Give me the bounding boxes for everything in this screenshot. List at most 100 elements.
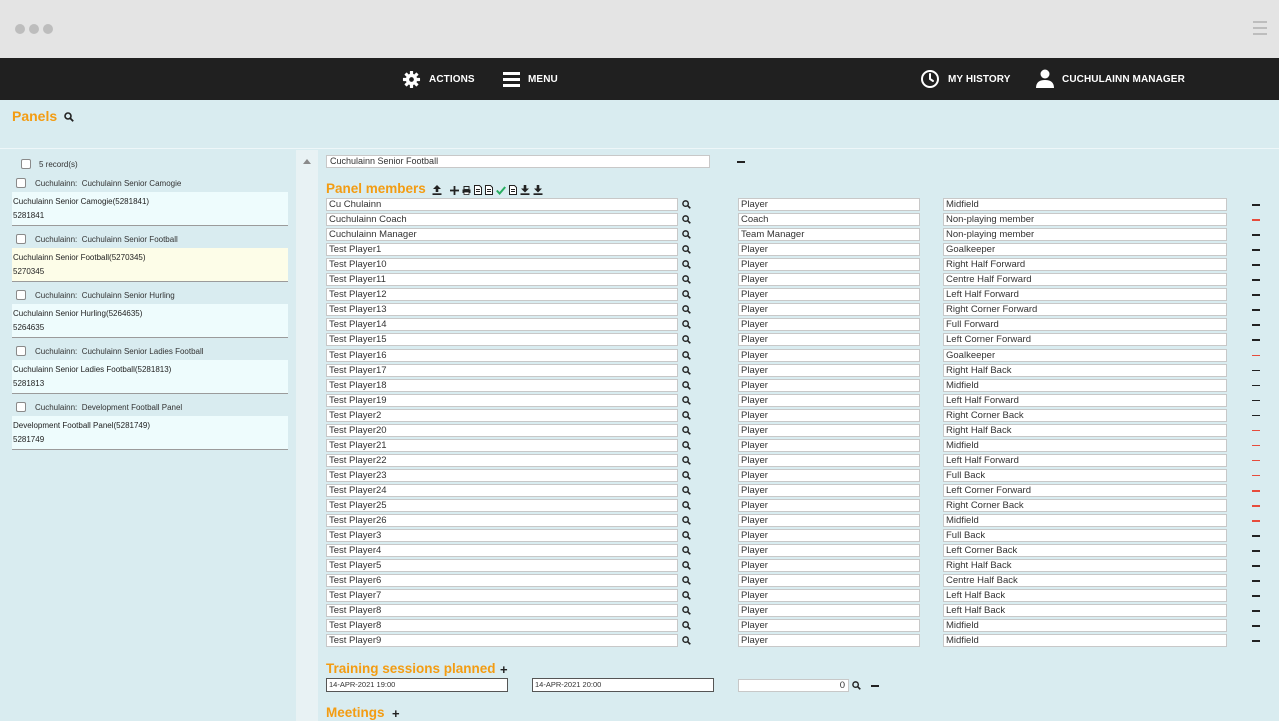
- remove-member-icon[interactable]: [1252, 474, 1260, 477]
- member-role-field[interactable]: Player: [738, 483, 920, 497]
- search-icon[interactable]: [682, 410, 691, 420]
- member-position-field[interactable]: Midfield: [943, 619, 1227, 633]
- member-name-field[interactable]: Test Player23: [326, 468, 678, 482]
- member-role-field[interactable]: Player: [738, 468, 920, 482]
- remove-member-icon[interactable]: [1252, 565, 1260, 567]
- member-role-field[interactable]: Player: [738, 544, 920, 558]
- member-position-field[interactable]: Right Half Back: [943, 423, 1227, 437]
- search-icon[interactable]: [682, 425, 691, 435]
- remove-member-icon[interactable]: [1252, 234, 1260, 236]
- training-start-field[interactable]: 14-APR-2021 19:00: [326, 678, 508, 692]
- document-icon[interactable]: [509, 185, 517, 195]
- member-role-field[interactable]: Player: [738, 333, 920, 347]
- member-position-field[interactable]: Right Half Back: [943, 363, 1227, 377]
- member-position-field[interactable]: Midfield: [943, 198, 1227, 211]
- search-icon[interactable]: [682, 395, 691, 405]
- add-meeting-icon[interactable]: +: [392, 707, 400, 720]
- remove-member-icon[interactable]: [1252, 294, 1260, 296]
- select-all-checkbox[interactable]: [21, 159, 31, 169]
- remove-member-icon[interactable]: [1252, 535, 1260, 537]
- record-details[interactable]: Cuchulainn Senior Football(5270345) 52703…: [12, 248, 288, 282]
- member-name-field[interactable]: Test Player12: [326, 288, 678, 302]
- search-icon[interactable]: [852, 681, 861, 690]
- member-position-field[interactable]: Left Half Forward: [943, 453, 1227, 467]
- actions-button[interactable]: ACTIONS: [402, 58, 475, 100]
- search-icon[interactable]: [682, 531, 691, 540]
- check-icon[interactable]: [496, 185, 506, 195]
- remove-member-icon[interactable]: [1252, 354, 1260, 357]
- search-icon[interactable]: [682, 365, 691, 375]
- remove-member-icon[interactable]: [1252, 324, 1260, 326]
- document-icon[interactable]: [485, 185, 493, 195]
- member-name-field[interactable]: Test Player17: [326, 363, 678, 377]
- panel-record[interactable]: Cuchulainn: Development Football Panel De…: [12, 400, 288, 450]
- search-icon[interactable]: [682, 591, 691, 601]
- remove-member-icon[interactable]: [1252, 399, 1260, 402]
- search-icon[interactable]: [682, 621, 691, 631]
- panel-record[interactable]: Cuchulainn: Cuchulainn Senior Football Cu…: [12, 232, 288, 282]
- member-position-field[interactable]: Right Corner Back: [943, 499, 1227, 512]
- download-icon[interactable]: [520, 185, 530, 195]
- member-role-field[interactable]: Player: [738, 634, 920, 648]
- search-icon[interactable]: [682, 350, 691, 360]
- remove-member-icon[interactable]: [1252, 369, 1260, 372]
- member-position-field[interactable]: Centre Half Forward: [943, 273, 1227, 287]
- member-name-field[interactable]: Cuchulainn Manager: [326, 228, 678, 242]
- member-name-field[interactable]: Test Player14: [326, 318, 678, 332]
- upload-icon[interactable]: [432, 185, 442, 195]
- member-role-field[interactable]: Player: [738, 273, 920, 287]
- member-role-field[interactable]: Player: [738, 529, 920, 543]
- search-icon[interactable]: [682, 501, 691, 510]
- member-name-field[interactable]: Test Player6: [326, 574, 678, 588]
- search-icon[interactable]: [682, 215, 691, 224]
- remove-training-icon[interactable]: [871, 685, 879, 687]
- search-icon[interactable]: [682, 245, 691, 254]
- member-role-field[interactable]: Player: [738, 348, 920, 362]
- search-icon[interactable]: [682, 486, 691, 495]
- member-role-field[interactable]: Player: [738, 499, 920, 512]
- search-icon[interactable]: [682, 260, 691, 270]
- remove-member-icon[interactable]: [1252, 505, 1260, 507]
- remove-member-icon[interactable]: [1252, 264, 1260, 266]
- member-role-field[interactable]: Player: [738, 574, 920, 588]
- member-role-field[interactable]: Player: [738, 408, 920, 422]
- search-icon[interactable]: [682, 456, 691, 465]
- member-role-field[interactable]: Player: [738, 378, 920, 392]
- menu-button[interactable]: MENU: [503, 58, 558, 100]
- search-icon[interactable]: [682, 290, 691, 300]
- member-name-field[interactable]: Test Player10: [326, 258, 678, 272]
- member-position-field[interactable]: Left Corner Forward: [943, 483, 1227, 497]
- training-end-field[interactable]: 14-APR-2021 20:00: [532, 678, 714, 692]
- member-role-field[interactable]: Player: [738, 363, 920, 377]
- member-name-field[interactable]: Cuchulainn Coach: [326, 213, 678, 227]
- remove-member-icon[interactable]: [1252, 429, 1260, 432]
- member-name-field[interactable]: Test Player16: [326, 348, 678, 362]
- remove-member-icon[interactable]: [1252, 459, 1260, 462]
- record-checkbox[interactable]: [16, 290, 26, 300]
- member-position-field[interactable]: Midfield: [943, 514, 1227, 528]
- member-role-field[interactable]: Player: [738, 453, 920, 467]
- search-icon[interactable]: [682, 561, 691, 571]
- search-icon[interactable]: [682, 471, 691, 480]
- remove-member-icon[interactable]: [1252, 520, 1260, 522]
- member-role-field[interactable]: Player: [738, 243, 920, 257]
- remove-member-icon[interactable]: [1252, 610, 1260, 612]
- search-icon[interactable]: [682, 606, 691, 616]
- member-name-field[interactable]: Test Player9: [326, 634, 678, 648]
- member-name-field[interactable]: Test Player4: [326, 544, 678, 558]
- training-count-field[interactable]: 0: [738, 679, 849, 692]
- member-role-field[interactable]: Player: [738, 258, 920, 272]
- panel-record[interactable]: Cuchulainn: Cuchulainn Senior Ladies Foo…: [12, 344, 288, 394]
- panel-record[interactable]: Cuchulainn: Cuchulainn Senior Hurling Cuc…: [12, 288, 288, 338]
- member-name-field[interactable]: Test Player19: [326, 393, 678, 407]
- remove-member-icon[interactable]: [1252, 625, 1260, 627]
- member-position-field[interactable]: Left Half Forward: [943, 288, 1227, 302]
- record-details[interactable]: Cuchulainn Senior Ladies Football(528181…: [12, 360, 288, 394]
- member-name-field[interactable]: Test Player13: [326, 303, 678, 317]
- add-member-icon[interactable]: [450, 185, 459, 195]
- member-position-field[interactable]: Full Back: [943, 468, 1227, 482]
- search-icon[interactable]: [682, 275, 691, 285]
- member-name-field[interactable]: Test Player3: [326, 529, 678, 543]
- record-checkbox[interactable]: [16, 402, 26, 412]
- remove-member-icon[interactable]: [1252, 580, 1260, 582]
